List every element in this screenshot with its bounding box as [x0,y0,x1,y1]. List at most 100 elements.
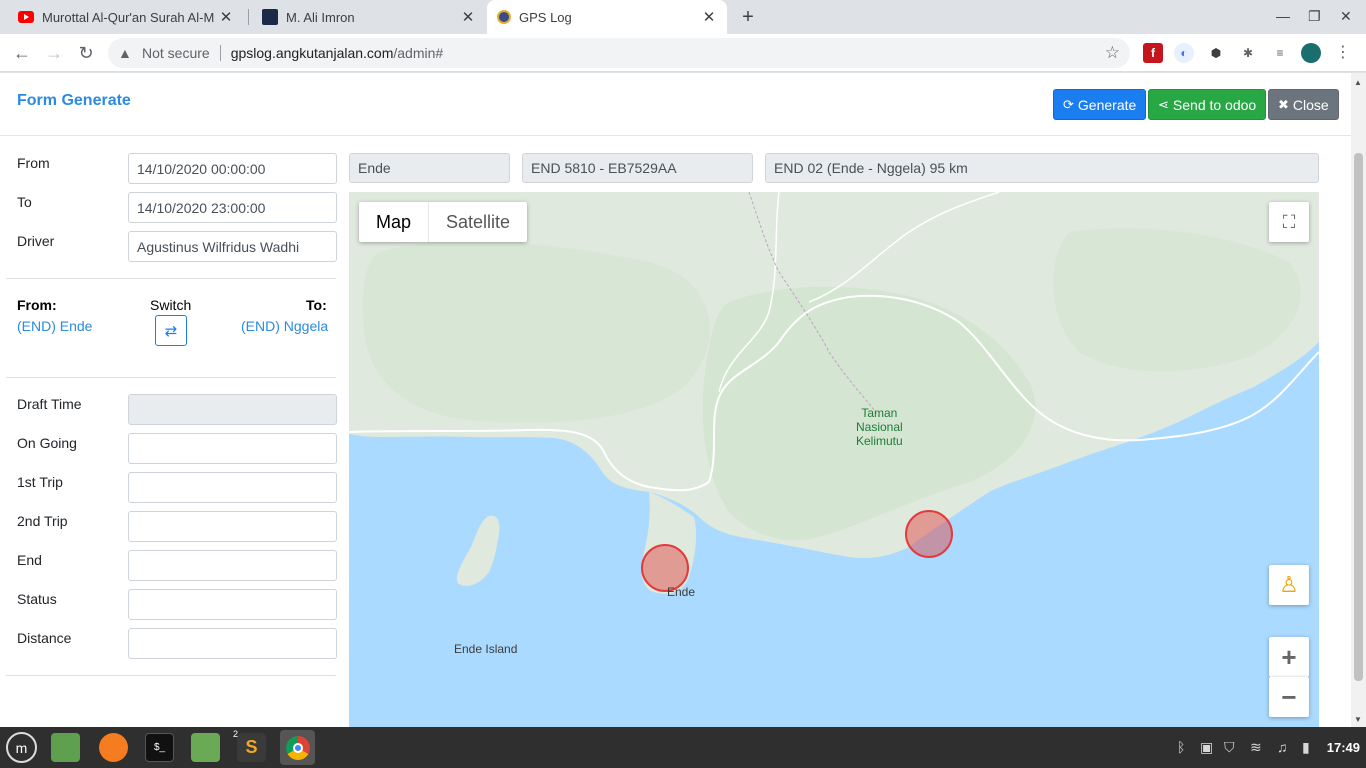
address-bar[interactable]: ▲ Not secure gpslog.angkutanjalan.com /a… [108,38,1130,68]
vehicle-field: END 5810 - EB7529AA [522,153,753,183]
site-icon [262,9,278,25]
terminal-icon[interactable]: $_ [145,733,174,762]
page-title: Form Generate [17,92,131,109]
switch-label: Switch [150,297,192,313]
cube-extension-icon[interactable]: ⬢ [1206,43,1226,63]
scroll-down-icon[interactable]: ▼ [1354,715,1362,724]
close-button[interactable]: ✖ Close [1268,89,1339,120]
clipboard-icon[interactable]: ▣ [1200,739,1213,756]
bookmark-star-icon[interactable]: ☆ [1105,43,1120,63]
route-to-label: To: [306,297,327,313]
zoom-in-icon[interactable]: + [1269,637,1309,677]
modal-header: Form Generate ⟳ Generate ⋖ Send to odoo … [0,73,1351,136]
city-label: Ende [667,585,696,599]
map-type-satellite[interactable]: Satellite [429,202,527,242]
street-view-pegman-icon[interactable]: ♙ [1269,565,1309,605]
tab-murottal[interactable]: Murottal Al-Qur'an Surah Al-M ✕ [8,0,244,34]
draft-time-input [128,394,337,425]
divider [6,377,336,378]
to-label: To [17,194,32,210]
menu-icon[interactable]: ⋮ [1333,43,1353,63]
route-from-link[interactable]: (END) Ende [17,318,92,334]
puzzle-icon[interactable]: ✱ [1238,43,1258,63]
globe-icon [497,10,511,24]
window-close-icon[interactable]: ✕ [1340,8,1352,25]
on-going-input[interactable] [128,433,337,464]
bluetooth-icon[interactable]: ᛒ [1177,739,1185,755]
reload-icon[interactable]: ↻ [74,41,98,65]
files-icon[interactable] [191,733,220,762]
divider [6,278,336,279]
mint-menu-icon[interactable]: m [6,732,37,763]
driver-input[interactable]: Agustinus Wilfridus Wadhi [128,231,337,262]
youtube-icon [18,11,34,23]
generate-button[interactable]: ⟳ Generate [1053,89,1147,120]
flash-extension-icon[interactable]: f [1143,43,1163,63]
tab-title: M. Ali Imron [286,9,355,25]
from-date-input[interactable]: 14/10/2020 00:00:00 [128,153,337,184]
terrain-shade [362,241,710,423]
swap-icon: ⇄ [164,322,178,340]
second-trip-input[interactable] [128,511,337,542]
scroll-up-icon[interactable]: ▲ [1354,78,1362,87]
ende-island-shape [456,515,500,586]
sublime-text-icon[interactable]: S [237,733,266,762]
close-icon: ✖ [1278,96,1289,112]
distance-input[interactable] [128,628,337,659]
city-field: Ende [349,153,510,183]
minimize-icon[interactable]: — [1276,8,1290,24]
map-view[interactable]: Taman Nasional Kelimutu Ende Ende Island… [349,192,1319,727]
status-input[interactable] [128,589,337,620]
send-label: Send to odoo [1172,96,1257,113]
tab-title: GPS Log [519,9,572,25]
first-trip-input[interactable] [128,472,337,503]
map-type-map[interactable]: Map [359,202,430,242]
close-icon[interactable]: ✕ [218,8,234,26]
island-label: Ende Island [454,642,518,656]
route-from-label: From: [17,297,57,313]
zoom-out-icon[interactable]: − [1269,677,1309,717]
firefox-icon[interactable] [99,733,128,762]
end-marker [905,510,953,558]
browser-toolbar: ← → ↻ ▲ Not secure gpslog.angkutanjalan.… [0,34,1366,72]
back-icon[interactable]: ← [10,41,34,65]
tab-ali-imron[interactable]: M. Ali Imron ✕ [252,0,486,34]
route-field: END 02 (Ende - Nggela) 95 km [765,153,1319,183]
refresh-icon: ⟳ [1063,96,1074,112]
tab-gps-log[interactable]: GPS Log ✕ [487,0,727,34]
close-label: Close [1292,96,1329,113]
divider [219,45,221,61]
folder-icon[interactable] [51,733,80,762]
profile-avatar[interactable] [1301,43,1321,63]
end-input[interactable] [128,550,337,581]
battery-icon[interactable]: ▮ [1302,739,1310,756]
map-type-control: Map Satellite [359,202,528,242]
page-scrollbar[interactable]: ▲ ▼ [1351,73,1366,727]
share-icon: ⋖ [1158,96,1169,112]
send-to-odoo-button[interactable]: ⋖ Send to odoo [1148,89,1267,120]
wifi-icon[interactable]: ≋ [1250,739,1262,756]
route-to-link[interactable]: (END) Nggela [241,318,328,334]
sound-icon[interactable]: ♫ [1277,739,1288,755]
scroll-thumb[interactable] [1354,153,1363,681]
restore-icon[interactable]: ❐ [1308,8,1321,25]
fullscreen-icon[interactable]: ⛶ [1269,202,1309,242]
tab-title: Murottal Al-Qur'an Surah Al-M [42,9,215,25]
end-label: End [17,552,42,568]
forward-icon[interactable]: → [42,41,66,65]
switch-button[interactable]: ⇄ [155,315,187,346]
close-icon[interactable]: ✕ [701,8,717,26]
generate-label: Generate [1077,96,1137,113]
extension-icon[interactable]: ◐ [1174,43,1194,63]
to-date-input[interactable]: 14/10/2020 23:00:00 [128,192,337,223]
driver-label: Driver [17,233,55,249]
new-tab-button[interactable]: + [737,6,759,28]
shield-icon[interactable]: ⛉ [1224,739,1235,756]
on-going-label: On Going [17,435,77,451]
media-icon[interactable]: ≡ [1270,43,1290,63]
clock[interactable]: 17:49 [1327,740,1360,755]
status-label: Status [17,591,57,607]
window-count-badge: 2 [233,729,239,739]
close-icon[interactable]: ✕ [460,8,476,26]
chrome-icon[interactable] [280,730,315,765]
